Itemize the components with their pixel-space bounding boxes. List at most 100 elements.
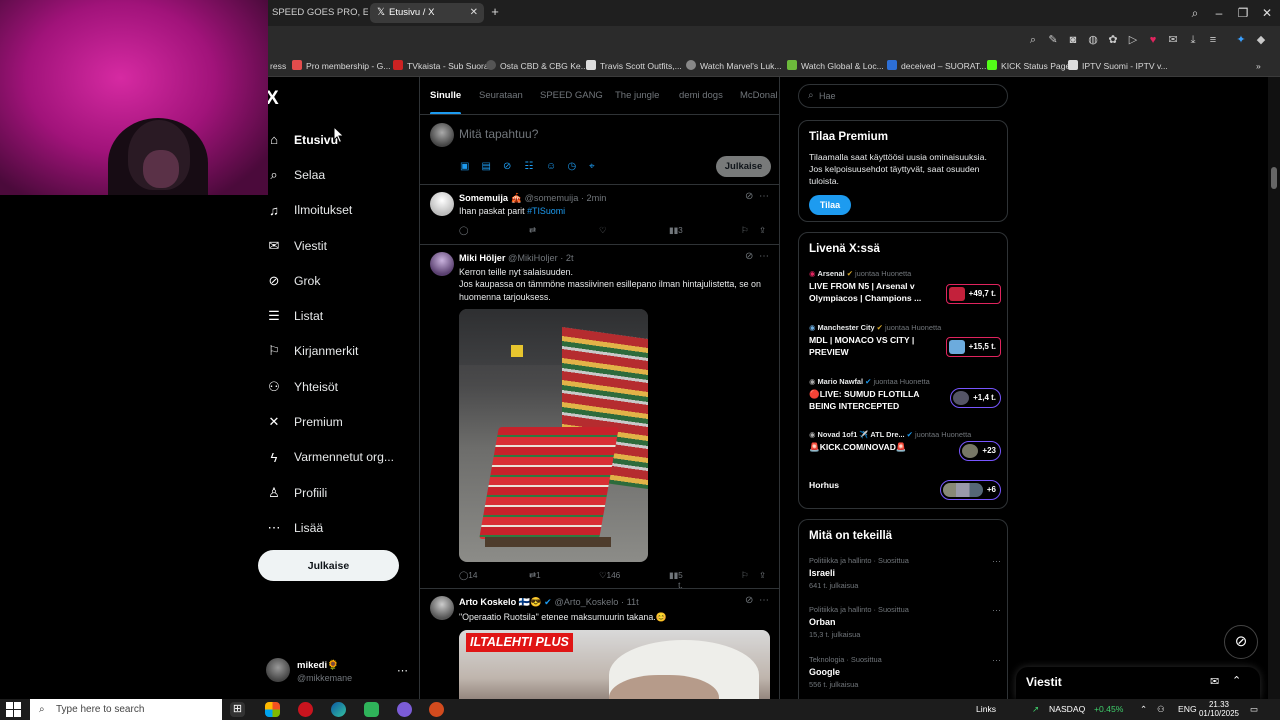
bookmark-icon[interactable]: ⚐ (741, 570, 748, 580)
reply-icon[interactable]: ◯ 14 (459, 570, 478, 580)
mail-icon[interactable]: ✉ (1166, 33, 1180, 47)
clock[interactable]: 21.33 01/10/2025 (1198, 700, 1240, 718)
bookmark-item[interactable]: IPTV Suomi - IPTV v... (1068, 55, 1168, 77)
bookmark-item[interactable]: Osta CBD & CBG Ke... (486, 55, 588, 77)
new-tab-button[interactable]: + (488, 5, 502, 19)
live-item[interactable]: Horhus +6 (809, 476, 1001, 500)
bookmark-item[interactable]: KICK Status Page (987, 55, 1070, 77)
more-icon[interactable]: ⋯ (397, 664, 408, 677)
tab-the-jungle[interactable]: The jungle (615, 77, 659, 114)
search-tabs-icon[interactable]: ⌕ (1185, 4, 1205, 22)
windows-start-icon[interactable] (6, 702, 21, 717)
close-window-icon[interactable]: ✕ (1257, 4, 1277, 22)
bookmark-item[interactable]: TVkaista - Sub Suora (393, 55, 489, 77)
link-card-image[interactable]: ILTALEHTI PLUS (459, 630, 770, 699)
bookmark-item[interactable]: Watch Marvel's Luk... (686, 55, 782, 77)
tab-speed-gang[interactable]: SPEED GANG (540, 77, 603, 114)
tab-demi-dogs[interactable]: demi dogs (679, 77, 723, 114)
sidebar-item-premium[interactable]: ✕ Premium (266, 404, 394, 439)
vpn-icon[interactable]: ◍ (1086, 33, 1100, 47)
tweet[interactable]: Arto Koskelo 🇫🇮😎 ✔ @Arto_Koskelo · 11t ⊘… (420, 589, 779, 699)
account-switcher[interactable]: mikedi🌻 @mikkemane ⋯ (266, 656, 412, 688)
author-name[interactable]: Miki Höljer (459, 253, 505, 263)
browser-tab[interactable]: SPEED GOES PRO, EPISOD (266, 3, 368, 23)
live-item[interactable]: ◉ Novad 1of1 ✈️ ATL Dre... ✔ juontaa Huo… (809, 430, 1001, 461)
grok-icon[interactable]: ⊘ (745, 191, 753, 202)
more-icon[interactable]: ⋯ (759, 595, 769, 606)
opera-icon[interactable] (298, 702, 313, 717)
composer-input[interactable]: Mitä tapahtuu? (459, 127, 538, 141)
links-toolbar[interactable]: Links (976, 699, 996, 720)
grok-icon[interactable]: ⊘ (745, 251, 753, 262)
app-icon[interactable] (364, 702, 379, 717)
menu-icon[interactable]: ≡ (1206, 33, 1220, 47)
bookmark-icon[interactable]: ⚐ (741, 225, 748, 235)
browser-tab-active[interactable]: 𝕏 Etusivu / X ✕ (370, 3, 484, 23)
network-icon[interactable]: ⚇ (1157, 699, 1165, 720)
reply-icon[interactable]: ◯ (459, 225, 468, 235)
live-item[interactable]: ◉ Arsenal ✔ juontaa Huonetta LIVE FROM N… (809, 269, 1001, 304)
sidebar-item-grok[interactable]: ⊘ Grok (266, 263, 394, 298)
sidebar-item-more[interactable]: ⋯ Lisää (266, 510, 394, 545)
publish-button[interactable]: Julkaise (716, 156, 771, 177)
poll-icon[interactable]: ☷ (525, 161, 547, 172)
ai-icon[interactable]: ✦ (1234, 33, 1248, 47)
tab-following[interactable]: Seurataan (479, 77, 523, 114)
tweet[interactable]: Somemuija 🎪 @somemuija · 2min ⊘ ⋯ Ihan p… (420, 185, 779, 245)
emoji-icon[interactable]: ☺ (546, 161, 568, 172)
live-item[interactable]: ◉ Mario Nawfal ✔ juontaa Huonetta 🔴LIVE:… (809, 377, 1001, 412)
tweet[interactable]: Miki Höljer @MikiHoljer · 2t ⊘ ⋯ Kerron … (420, 245, 779, 590)
sidebar-item-home[interactable]: ⌂ Etusivu (266, 122, 394, 157)
trend-item[interactable]: Politiikka ja hallinto · Suosittua Orban… (809, 605, 1001, 639)
like-icon[interactable]: ♡ 146 (599, 570, 620, 580)
share-icon[interactable]: ⇪ (759, 570, 766, 580)
sidebar-item-messages[interactable]: ✉ Viestit (266, 228, 394, 263)
tweet-image[interactable] (459, 309, 648, 562)
image-icon[interactable]: ▣ (460, 161, 482, 172)
play-icon[interactable]: ▷ (1126, 33, 1140, 47)
sidebar-item-verified-orgs[interactable]: ϟ Varmennetut org... (266, 440, 395, 475)
subscribe-button[interactable]: Tilaa (809, 195, 851, 215)
tab-mcdonalds[interactable]: McDonal (740, 77, 778, 114)
more-icon[interactable]: ⋯ (759, 191, 769, 202)
expand-icon[interactable]: ⌃ (1232, 674, 1241, 687)
bookmark-item[interactable]: Travis Scott Outfits,... (586, 55, 682, 77)
bookmark-item[interactable]: deceived – SUORAT... (887, 55, 986, 77)
avatar[interactable] (430, 192, 454, 216)
live-listeners-pill[interactable]: +1,4 t. (950, 388, 1001, 408)
search-input[interactable]: ⌕ Hae (798, 84, 1008, 108)
tweet-menu[interactable]: ⊘ ⋯ (745, 191, 769, 202)
edge-icon[interactable] (331, 702, 346, 717)
app-icon[interactable] (429, 702, 444, 717)
download-icon[interactable]: ⤓ (1186, 33, 1200, 47)
author-name[interactable]: Arto Koskelo 🇫🇮😎 (459, 597, 542, 607)
avatar[interactable] (430, 596, 454, 620)
grok-icon[interactable]: ⊘ (745, 595, 753, 606)
bookmark-item[interactable]: Watch Global & Loc... (787, 55, 884, 77)
extension-icon[interactable]: ✿ (1106, 33, 1120, 47)
scrollbar-thumb[interactable] (1271, 167, 1277, 189)
app-icon[interactable] (265, 702, 280, 717)
trend-item[interactable]: Politiikka ja hallinto · Suosittua Israe… (809, 556, 1001, 590)
hashtag-link[interactable]: #TISuomi (527, 206, 565, 216)
sidebar-item-communities[interactable]: ⚇ Yhteisöt (266, 369, 394, 404)
language-indicator[interactable]: ENG (1178, 699, 1197, 720)
edit-icon[interactable]: ✎ (1046, 33, 1060, 47)
views-icon[interactable]: ▮▮ 5 t. (669, 570, 683, 590)
like-icon[interactable]: ♡ (599, 225, 606, 235)
close-tab-icon[interactable]: ✕ (470, 3, 478, 23)
live-listeners-pill[interactable]: +49,7 t. (945, 284, 1001, 304)
retweet-icon[interactable]: ⇄ 1 (529, 570, 541, 580)
post-button[interactable]: Julkaise (258, 550, 399, 581)
bookmark-item[interactable]: Pro membership - G... (292, 55, 391, 77)
sidebar-item-notifications[interactable]: ♫ Ilmoitukset (266, 193, 394, 228)
scrollbar[interactable] (1268, 77, 1280, 699)
trend-item[interactable]: Teknologia · Suosittua Google 556 t. jul… (809, 655, 1001, 689)
share-icon[interactable]: ⇪ (759, 225, 766, 235)
taskbar-search-input[interactable]: ⌕ Type here to search (30, 699, 222, 720)
stock-name[interactable]: NASDAQ (1049, 699, 1085, 720)
new-message-icon[interactable]: ✉ (1210, 675, 1219, 688)
schedule-icon[interactable]: ◷ (568, 161, 590, 172)
more-icon[interactable]: ⋯ (992, 605, 1001, 616)
bookmarks-overflow-icon[interactable]: » (1256, 55, 1261, 77)
